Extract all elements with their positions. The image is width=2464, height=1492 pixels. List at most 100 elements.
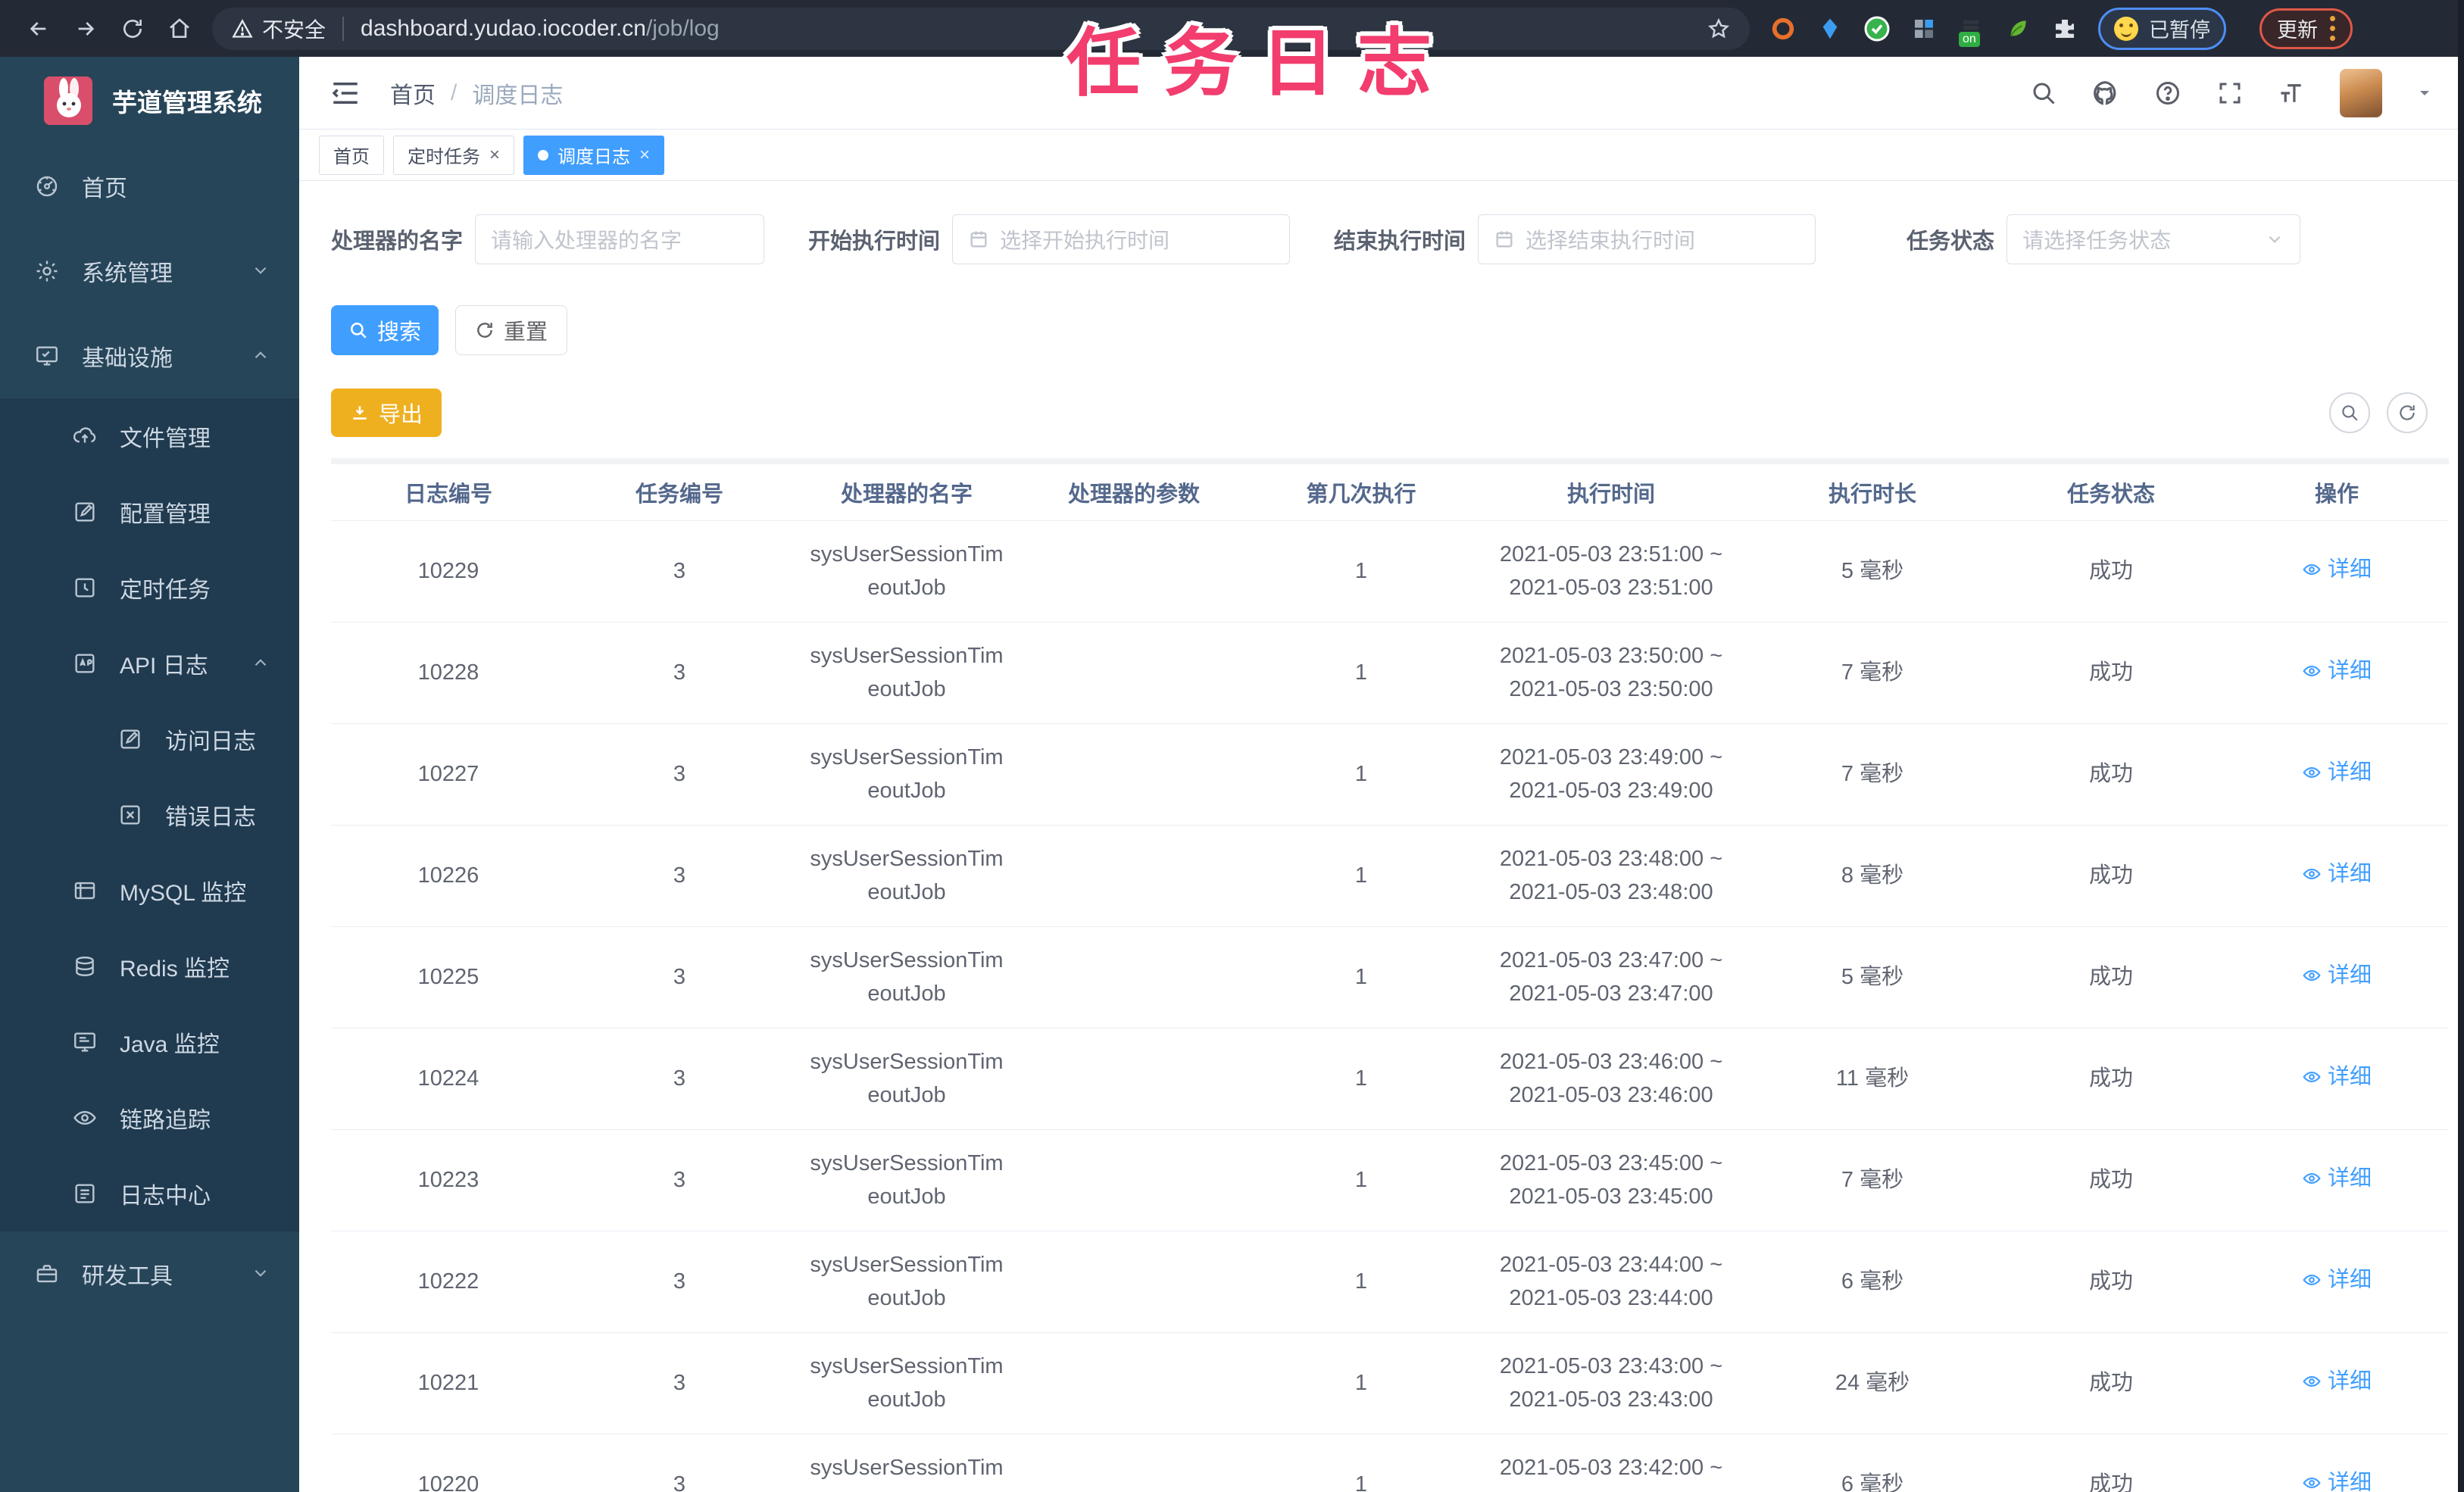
extension-blue-gem-icon[interactable] [1816,15,1844,42]
browser-menu-icon[interactable] [2330,16,2335,41]
help-icon[interactable] [2153,79,2182,108]
table-cell-exec-index: 1 [1248,622,1475,724]
sidebar-item[interactable]: 链路追踪 [0,1080,299,1156]
table-row: 10221 3 sysUserSessionTim eoutJob 1 2021-05-0… [331,1332,2449,1434]
filter-label: 任务状态 [1907,229,1995,254]
user-avatar[interactable] [2340,68,2382,117]
tag-label: 定时任务 [408,147,480,167]
sidebar-item[interactable]: Redis 监控 [0,929,299,1004]
toolbox-icon [33,1260,61,1288]
table-cell-task-id: 3 [566,1129,793,1231]
sidebar-item[interactable]: 配置管理 [0,474,299,550]
text-size-icon[interactable] [2278,79,2306,108]
detail-link[interactable]: 详细 [2302,1162,2372,1195]
extension-grid-icon[interactable] [1910,15,1938,42]
home-icon[interactable] [156,8,203,50]
end-time-input[interactable]: 选择结束执行时间 [1478,214,1816,264]
breadcrumb-home[interactable]: 首页 [390,76,436,110]
detail-link[interactable]: 详细 [2302,959,2372,992]
bookmark-star-icon[interactable] [1707,17,1730,40]
detail-label: 详细 [2327,1369,2372,1394]
table-row: 10226 3 sysUserSessionTim eoutJob 1 2021-05-0… [331,825,2449,927]
search-icon[interactable] [2029,79,2058,108]
detail-link[interactable]: 详细 [2302,1263,2372,1297]
extension-green-check-icon[interactable] [1863,15,1891,42]
back-icon[interactable] [15,8,62,50]
fullscreen-icon[interactable] [2216,79,2244,108]
sidebar-item[interactable]: 日志中心 [0,1156,299,1231]
tag-active[interactable]: 调度日志 × [523,135,665,175]
table-cell-param [1020,1129,1248,1231]
sidebar-item[interactable]: Java 监控 [0,1004,299,1080]
address-bar[interactable]: 不安全 dashboard.yudao.iocoder.cn/job/log [212,7,1750,50]
collapse-sidebar-icon[interactable] [329,77,361,109]
table-cell-handler: sysUserSessionTimeoutJob [793,926,1020,1028]
extension-orange-ring-icon[interactable] [1769,15,1797,42]
handler-name-input[interactable]: 请输入处理器的名字 [475,214,765,264]
browser-update-button[interactable]: 更新 [2259,8,2353,49]
sidebar-item[interactable]: 基础设施 [0,314,299,398]
close-icon[interactable]: × [489,145,500,164]
extension-puzzle-icon[interactable] [2051,15,2078,42]
detail-link[interactable]: 详细 [2302,553,2372,586]
table-cell-log-id: 10223 [331,1129,566,1231]
begin-time-input[interactable]: 选择开始执行时间 [952,214,1291,264]
refresh-table-button[interactable] [2387,392,2428,433]
eye-icon [2302,1372,2322,1391]
forward-icon[interactable] [62,8,109,50]
table-cell-log-id: 10222 [331,1231,566,1333]
app-logo [44,76,92,125]
sidebar-item[interactable]: 定时任务 [0,550,299,626]
tag[interactable]: 定时任务 × [393,135,515,175]
detail-link[interactable]: 详细 [2302,654,2372,688]
table-cell-param [1020,1028,1248,1130]
table-cell-time: 2021-05-03 23:51:00 ~2021-05-03 23:51:00 [1475,520,1747,623]
search-button[interactable]: 搜索 [331,305,439,355]
table-cell-log-id: 10228 [331,622,566,724]
detail-link[interactable]: 详细 [2302,1060,2372,1094]
reload-icon[interactable] [109,8,156,50]
sidebar-item[interactable]: 错误日志 [0,777,299,853]
sidebar-item[interactable]: 首页 [0,144,299,229]
extension-leaf-icon[interactable] [2004,15,2031,42]
url-text[interactable]: dashboard.yudao.iocoder.cn/job/log [361,16,1707,42]
security-chip[interactable]: 不安全 [232,14,326,44]
sidebar-item[interactable]: 访问日志 [0,701,299,777]
table-cell-task-id: 3 [566,723,793,826]
table-cell-status: 成功 [1997,1028,2225,1130]
sidebar-item[interactable]: API 日志 [0,626,299,701]
detail-link[interactable]: 详细 [2302,1365,2372,1398]
table-cell-log-id: 10221 [331,1332,566,1434]
sidebar-item[interactable]: 系统管理 [0,229,299,314]
window-scrollbar-edge[interactable] [2458,0,2464,1492]
detail-link[interactable]: 详细 [2302,857,2372,891]
table-cell-handler: sysUserSessionTimeoutJob [793,1231,1020,1333]
sidebar-item[interactable]: MySQL 监控 [0,853,299,929]
table-cell-action: 详细 [2225,926,2449,1028]
table-cell-handler: sysUserSessionTimeoutJob [793,1434,1020,1492]
logo-row[interactable]: 芋道管理系统 [0,57,299,144]
table-row: 102203sysUserSessionTimeoutJob 12021-05-0… [331,1434,2449,1492]
table-cell-action: 详细 [2225,1332,2449,1434]
export-button[interactable]: 导出 [331,389,442,437]
close-icon[interactable]: × [639,145,650,164]
sidebar-item[interactable]: 研发工具 [0,1231,299,1316]
detail-label: 详细 [2327,659,2372,683]
detail-label: 详细 [2327,1065,2372,1089]
detail-link[interactable]: 详细 [2302,756,2372,789]
filter-handler-name: 处理器的名字 请输入处理器的名字 [331,214,765,264]
chevron-down-icon[interactable] [2416,84,2434,102]
error-log-icon [117,801,144,829]
tag[interactable]: 首页 [319,135,384,175]
on-badge: on [1959,31,1980,47]
extension-on-badge-icon[interactable]: on [1957,15,1985,47]
dashboard-icon [33,173,61,200]
paused-extension-pill[interactable]: 已暂停 [2098,7,2226,50]
github-icon[interactable] [2091,79,2120,108]
toggle-search-button[interactable] [2329,392,2370,433]
detail-link[interactable]: 详细 [2302,1466,2372,1492]
sidebar-item[interactable]: 文件管理 [0,398,299,474]
reset-button[interactable]: 重置 [455,305,567,355]
table-cell-task-id: 3 [566,1434,793,1492]
job-status-select[interactable]: 请选择任务状态 [2006,214,2301,264]
